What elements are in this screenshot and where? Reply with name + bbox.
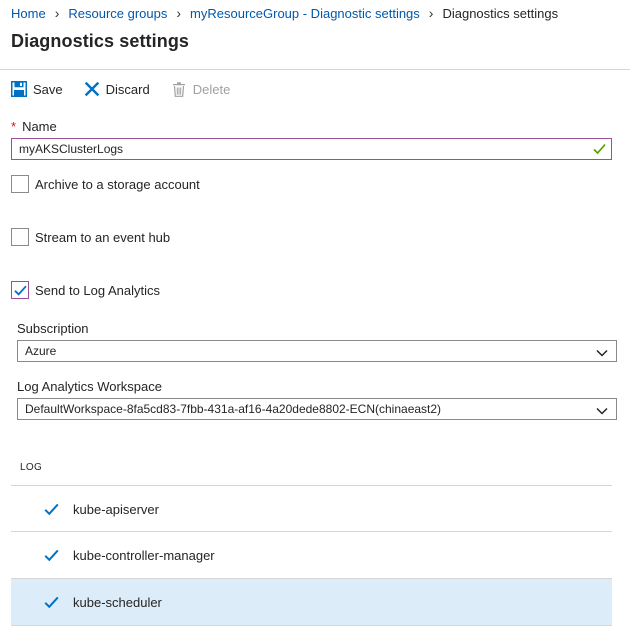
save-button[interactable]: Save [11,81,63,97]
chevron-down-icon [596,404,608,418]
name-label: Name [22,119,57,134]
archive-storage-label: Archive to a storage account [35,176,200,192]
trash-icon [171,81,187,97]
log-item-label: kube-scheduler [73,594,162,610]
log-row-kube-apiserver[interactable]: kube-apiserver [11,485,612,532]
close-icon [84,81,100,97]
breadcrumb-resource-group-link[interactable]: myResourceGroup - Diagnostic settings [190,6,420,21]
log-section-header: LOG [20,462,43,473]
discard-label: Discard [105,81,150,97]
save-icon [11,81,27,97]
name-field[interactable] [19,142,579,156]
required-star: * [11,119,17,134]
breadcrumb-chevron-icon: › [176,4,182,21]
delete-label: Delete [192,81,231,97]
breadcrumb-chevron-icon: › [54,4,60,21]
valid-checkmark-icon [593,143,606,158]
name-label-row: * Name [11,119,57,134]
stream-event-hub-label: Stream to an event hub [35,229,171,245]
checkbox-box[interactable] [11,228,29,246]
checkbox-box[interactable] [43,594,59,610]
breadcrumb-chevron-icon: › [428,4,434,21]
name-field-box [11,138,612,160]
log-item-label: kube-apiserver [73,501,159,517]
delete-button[interactable]: Delete [171,81,231,97]
log-item-label: kube-controller-manager [73,547,215,563]
workspace-label: Log Analytics Workspace [17,379,162,394]
toolbar: Save Discard Delete [11,79,251,99]
workspace-value: DefaultWorkspace-8fa5cd83-7fbb-431a-af16… [25,402,442,416]
checkbox-box[interactable] [11,281,29,299]
save-label: Save [33,81,63,97]
checkmark-icon [13,285,27,296]
breadcrumb-home-link[interactable]: Home [11,6,46,21]
breadcrumb-current: Diagnostics settings [442,5,559,21]
subscription-value: Azure [25,344,57,358]
archive-storage-checkbox[interactable]: Archive to a storage account [11,175,200,193]
header-divider [0,69,630,70]
checkmark-icon [44,596,59,608]
chevron-down-icon [596,346,608,360]
subscription-select[interactable]: Azure [17,340,617,362]
discard-button[interactable]: Discard [84,81,150,97]
breadcrumb: Home › Resource groups › myResourceGroup… [11,4,558,22]
send-log-analytics-checkbox[interactable]: Send to Log Analytics [11,281,160,299]
stream-event-hub-checkbox[interactable]: Stream to an event hub [11,228,170,246]
checkmark-icon [44,549,59,561]
page-title: Diagnostics settings [11,31,190,51]
checkbox-box[interactable] [43,501,59,517]
log-row-kube-controller-manager[interactable]: kube-controller-manager [11,531,612,578]
breadcrumb-resource-groups-link[interactable]: Resource groups [68,6,167,21]
subscription-label: Subscription [17,321,89,336]
checkbox-box[interactable] [11,175,29,193]
workspace-select[interactable]: DefaultWorkspace-8fa5cd83-7fbb-431a-af16… [17,398,617,420]
checkmark-icon [44,503,59,515]
send-log-analytics-label: Send to Log Analytics [35,282,161,298]
log-row-kube-scheduler[interactable]: kube-scheduler [11,578,612,625]
checkbox-box[interactable] [43,547,59,563]
